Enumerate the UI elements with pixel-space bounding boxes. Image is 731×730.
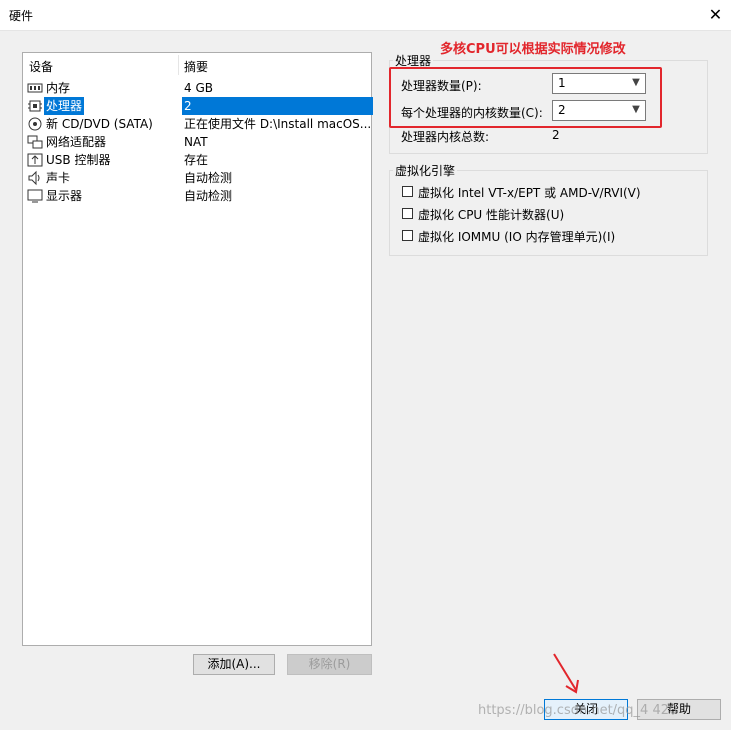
total-cores-value: 2 (552, 128, 560, 142)
device-name: 处理器 (44, 97, 85, 115)
remove-hardware-button[interactable]: 移除(R) (287, 654, 372, 675)
memory-icon (27, 80, 43, 96)
device-row-processor[interactable]: 处理器 2 (25, 97, 373, 115)
virtualization-group-title: 虚拟化引擎 (393, 162, 458, 179)
annotation-arrow-icon (553, 653, 579, 694)
sound-card-icon (27, 170, 43, 186)
title-bar (0, 0, 731, 31)
device-name: 新 CD/DVD (SATA) (46, 117, 153, 131)
close-window-button[interactable]: ✕ (700, 0, 731, 30)
window-title: 硬件 (9, 9, 34, 23)
virt-iommu-label[interactable]: 虚拟化 IOMMU (IO 内存管理单元)(I) (418, 228, 615, 245)
column-divider[interactable] (178, 55, 179, 75)
device-summary: 正在使用文件 D:\Install macOS... (184, 117, 372, 131)
annotation-highlight-box (389, 67, 662, 128)
total-cores-label: 处理器内核总数: (401, 130, 490, 144)
device-name: 内存 (46, 81, 71, 95)
device-summary: 4 GB (184, 81, 213, 95)
device-row-sound[interactable]: 声卡 自动检测 (25, 169, 371, 187)
column-header-summary[interactable]: 摘要 (184, 58, 208, 75)
display-icon (27, 188, 43, 204)
close-icon[interactable]: ✕ (709, 5, 722, 24)
virt-vtx-label[interactable]: 虚拟化 Intel VT-x/EPT 或 AMD-V/RVI(V) (418, 184, 641, 201)
device-row-usb[interactable]: USB 控制器 存在 (25, 151, 371, 169)
device-summary: 2 (182, 97, 373, 115)
annotation-text: 多核CPU可以根据实际情况修改 (440, 42, 626, 57)
virt-cpu-counter-checkbox[interactable] (402, 208, 413, 219)
device-row-memory[interactable]: 内存 4 GB (25, 79, 371, 97)
virt-iommu-checkbox[interactable] (402, 230, 413, 241)
device-row-network[interactable]: 网络适配器 NAT (25, 133, 371, 151)
device-summary: NAT (184, 135, 208, 149)
device-row-cd-dvd[interactable]: 新 CD/DVD (SATA) 正在使用文件 D:\Install macOS.… (25, 115, 371, 133)
add-hardware-button[interactable]: 添加(A)... (193, 654, 275, 675)
device-name: USB 控制器 (46, 153, 111, 167)
column-header-device[interactable]: 设备 (29, 58, 53, 75)
device-list[interactable]: 设备 摘要 内存 4 GB 处理器 2 新 CD/DVD (SATA) 正在使用… (22, 52, 373, 646)
device-name: 显示器 (46, 189, 83, 203)
virt-vtx-checkbox[interactable] (402, 186, 413, 197)
processor-icon (27, 98, 43, 114)
device-name: 声卡 (46, 171, 71, 185)
device-row-display[interactable]: 显示器 自动检测 (25, 187, 371, 205)
watermark-text: https://blog.csdn.net/qq_4 420 (478, 703, 678, 718)
device-name: 网络适配器 (46, 135, 107, 149)
network-adapter-icon (27, 134, 43, 150)
device-summary: 自动检测 (184, 171, 233, 185)
usb-icon (27, 152, 43, 168)
cd-dvd-icon (27, 116, 43, 132)
device-summary: 存在 (184, 153, 209, 167)
virt-cpu-counter-label[interactable]: 虚拟化 CPU 性能计数器(U) (418, 206, 564, 223)
device-summary: 自动检测 (184, 189, 233, 203)
